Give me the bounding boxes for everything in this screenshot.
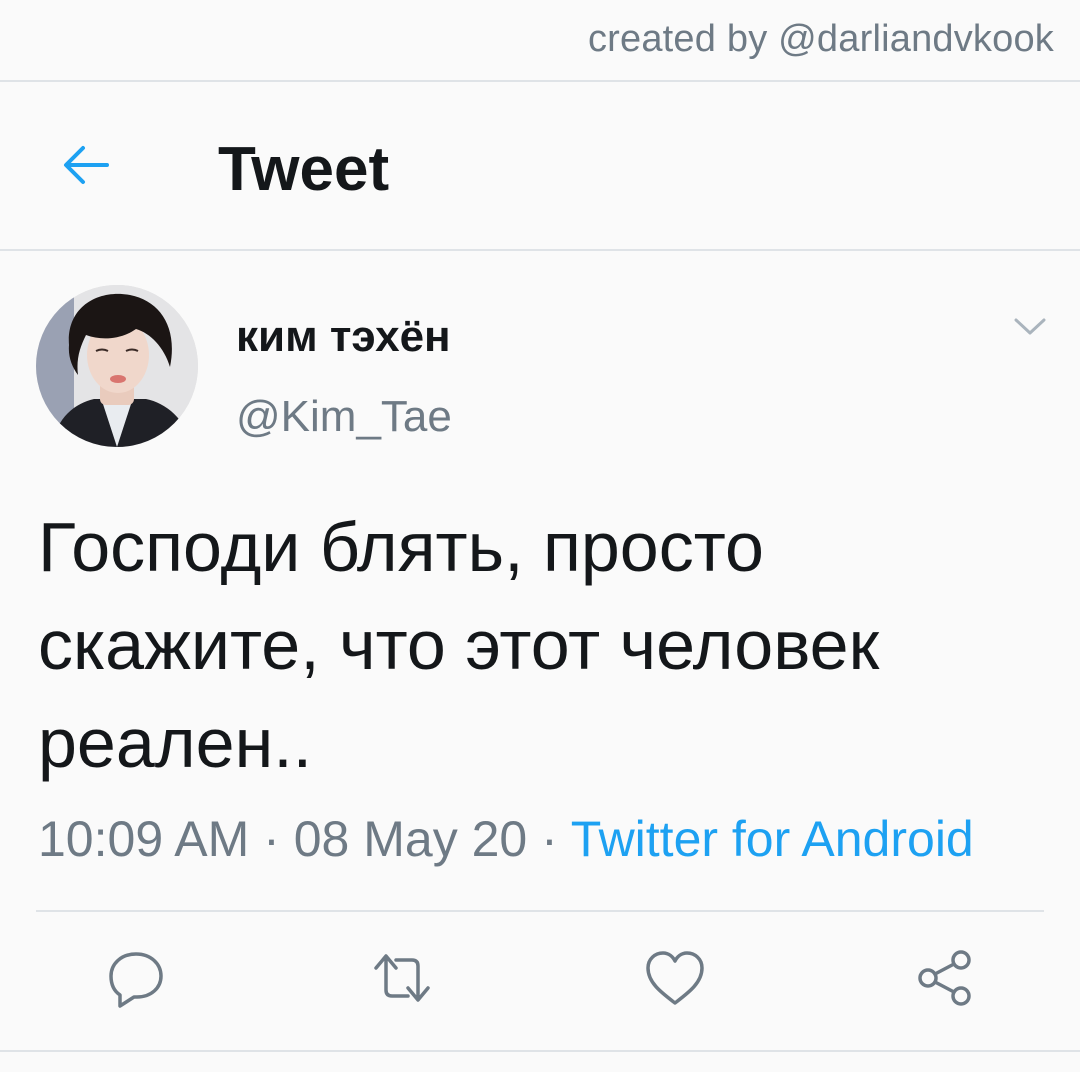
- bottom-divider: [0, 1050, 1080, 1052]
- reply-icon: [106, 948, 166, 1013]
- user-handle[interactable]: @Kim_Tae: [236, 392, 452, 442]
- chevron-down-icon: [1013, 317, 1047, 342]
- retweet-button[interactable]: [370, 948, 434, 1012]
- tweet-meta: 10:09 AM · 08 May 20 · Twitter for Andro…: [38, 810, 974, 868]
- creator-credit: created by @darliandvkook: [587, 18, 1054, 60]
- page-title: Tweet: [218, 135, 390, 204]
- meta-separator: ·: [541, 811, 558, 867]
- back-button[interactable]: [58, 140, 112, 194]
- top-divider: [0, 80, 1080, 82]
- share-icon: [915, 948, 975, 1013]
- tweet-source-link[interactable]: Twitter for Android: [571, 811, 974, 867]
- arrow-left-icon: [59, 139, 111, 196]
- avatar[interactable]: [36, 285, 198, 447]
- meta-separator: ·: [263, 811, 280, 867]
- reply-button[interactable]: [104, 948, 168, 1012]
- more-options-button[interactable]: [1010, 312, 1050, 346]
- retweet-icon: [370, 950, 434, 1011]
- header-divider: [0, 249, 1080, 251]
- tweet-time: 10:09 AM: [38, 811, 250, 867]
- like-button[interactable]: [643, 948, 707, 1012]
- display-name[interactable]: ким тэхён: [236, 312, 451, 362]
- tweet-date: 08 May 20: [293, 811, 528, 867]
- tweet-text: Господи блять, просто скажите, что этот …: [38, 508, 880, 782]
- like-icon: [644, 949, 706, 1012]
- share-button[interactable]: [913, 948, 977, 1012]
- actions-divider: [36, 910, 1044, 912]
